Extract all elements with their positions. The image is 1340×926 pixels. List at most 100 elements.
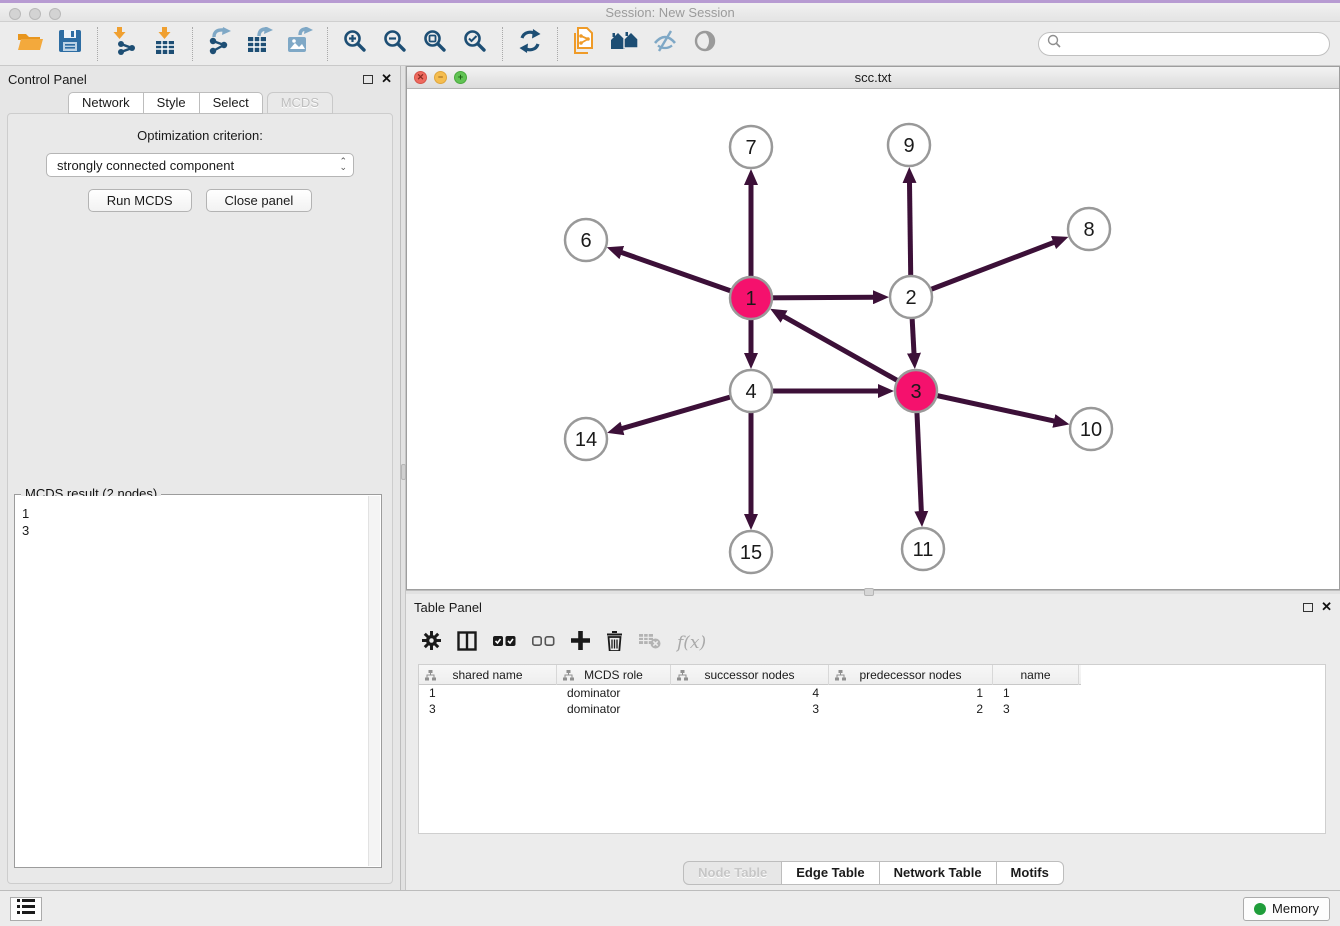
first-neighbors-button[interactable] (605, 26, 645, 62)
table-panel-header: Table Panel ✕ (406, 594, 1340, 620)
network-canvas[interactable]: 7 9 6 8 1 2 4 3 14 10 15 11 (407, 89, 1339, 589)
deselect-all-button[interactable] (532, 632, 555, 654)
graph-node-2[interactable]: 2 (890, 276, 932, 318)
zoom-selected-icon (463, 29, 487, 58)
graph-node-14[interactable]: 14 (565, 418, 607, 460)
show-column-panel-button[interactable] (457, 632, 477, 654)
import-table-button[interactable] (145, 26, 185, 62)
tab-network[interactable]: Network (68, 92, 144, 114)
float-panel-icon[interactable] (1303, 603, 1313, 612)
tab-edge-table[interactable]: Edge Table (781, 861, 879, 885)
save-session-button[interactable] (50, 26, 90, 62)
maximize-window-button[interactable] (49, 8, 61, 20)
criterion-selected-value: strongly connected component (57, 158, 339, 173)
graph-node-15[interactable]: 15 (730, 531, 772, 573)
svg-text:3: 3 (910, 381, 921, 403)
splitter-handle[interactable] (864, 588, 874, 596)
unchecked-boxes-icon (532, 634, 555, 652)
checked-boxes-icon (493, 634, 516, 652)
node-table[interactable]: shared nameMCDS rolesuccessor nodesprede… (418, 664, 1326, 834)
window-controls[interactable] (9, 8, 61, 20)
splitter-handle[interactable] (401, 464, 406, 480)
show-panels-button[interactable] (685, 26, 725, 62)
tab-network-table[interactable]: Network Table (879, 861, 997, 885)
hierarchy-icon (563, 670, 574, 681)
run-mcds-button[interactable]: Run MCDS (88, 189, 192, 212)
zoom-fit-button[interactable] (415, 26, 455, 62)
column-header-shared-name[interactable]: shared name (419, 665, 557, 685)
column-header-predecessor-nodes[interactable]: predecessor nodes (829, 665, 993, 685)
fx-icon: f(x) (677, 633, 706, 653)
svg-text:7: 7 (745, 137, 756, 159)
table-cell: 4 (671, 685, 829, 701)
tab-mcds[interactable]: MCDS (267, 92, 333, 114)
hide-panels-button[interactable] (645, 26, 685, 62)
search-icon (1047, 34, 1061, 53)
graph-node-10[interactable]: 10 (1070, 408, 1112, 450)
add-row-button[interactable] (571, 632, 590, 654)
zoom-out-button[interactable] (375, 26, 415, 62)
close-panel-button[interactable]: Close panel (206, 189, 313, 212)
graph-node-7[interactable]: 7 (730, 126, 772, 168)
column-header-mcds-role[interactable]: MCDS role (557, 665, 671, 685)
export-table-button[interactable] (240, 26, 280, 62)
hierarchy-icon (677, 670, 688, 681)
column-header-name[interactable]: name (993, 665, 1079, 685)
table-row[interactable]: 3dominator323 (419, 701, 1325, 717)
svg-text:6: 6 (580, 230, 591, 252)
select-all-button[interactable] (493, 632, 516, 654)
column-header-successor-nodes[interactable]: successor nodes (671, 665, 829, 685)
export-image-button[interactable] (280, 26, 320, 62)
hierarchy-icon (835, 670, 846, 681)
graph-node-11[interactable]: 11 (902, 528, 944, 570)
export-network-button[interactable] (200, 26, 240, 62)
tab-node-table[interactable]: Node Table (683, 861, 782, 885)
vertical-splitter[interactable] (400, 66, 406, 890)
select-stepper-icon: ⌃⌄ (339, 159, 347, 171)
table-cell: 3 (671, 701, 829, 717)
tab-style[interactable]: Style (143, 92, 200, 114)
minimize-window-button[interactable] (29, 8, 41, 20)
import-network-button[interactable] (105, 26, 145, 62)
tab-select[interactable]: Select (199, 92, 263, 114)
result-scrollbar[interactable] (368, 496, 380, 866)
search-input[interactable] (1066, 37, 1321, 51)
toolbar-separator (327, 27, 328, 61)
table-toolbar: f(x) (406, 620, 1340, 664)
application-window: Session: New Session (0, 0, 1340, 926)
graph-node-9[interactable]: 9 (888, 124, 930, 166)
column-label: name (1020, 668, 1050, 682)
table-row[interactable]: 1dominator411 (419, 685, 1325, 701)
clone-network-button[interactable] (565, 26, 605, 62)
criterion-select[interactable]: strongly connected component ⌃⌄ (46, 153, 354, 177)
zoom-in-button[interactable] (335, 26, 375, 62)
close-panel-icon[interactable]: ✕ (381, 74, 392, 84)
main-area: Control Panel ✕ NetworkStyleSelectMCDS O… (0, 66, 1340, 890)
close-window-button[interactable] (9, 8, 21, 20)
zoom-selected-button[interactable] (455, 26, 495, 62)
network-graph[interactable]: 7 9 6 8 1 2 4 3 14 10 15 11 (407, 89, 1339, 589)
task-history-button[interactable] (10, 897, 42, 921)
close-panel-icon[interactable]: ✕ (1321, 602, 1332, 612)
graph-node-6[interactable]: 6 (565, 219, 607, 261)
memory-button[interactable]: Memory (1243, 897, 1330, 921)
graph-node-1[interactable]: 1 (730, 277, 772, 319)
apply-function-button: f(x) (677, 632, 706, 654)
table-options-button[interactable] (422, 632, 441, 654)
export-table-icon (246, 27, 274, 60)
float-panel-icon[interactable] (363, 75, 373, 84)
graph-edge-2-8[interactable] (911, 242, 1054, 297)
graph-node-8[interactable]: 8 (1068, 208, 1110, 250)
window-title: Session: New Session (0, 5, 1340, 20)
network-window-titlebar[interactable]: ✕ − + scc.txt (407, 67, 1339, 89)
refresh-view-button[interactable] (510, 26, 550, 62)
graph-edge-3-1[interactable] (783, 316, 916, 391)
delete-row-button[interactable] (606, 632, 623, 654)
tab-motifs[interactable]: Motifs (996, 861, 1064, 885)
graph-node-4[interactable]: 4 (730, 370, 772, 412)
table-body: 1dominator4113dominator323 (419, 685, 1325, 717)
horizontal-splitter[interactable] (406, 590, 1340, 594)
graph-node-3[interactable]: 3 (895, 370, 937, 412)
open-session-button[interactable] (10, 26, 50, 62)
search-box[interactable] (1038, 32, 1330, 56)
